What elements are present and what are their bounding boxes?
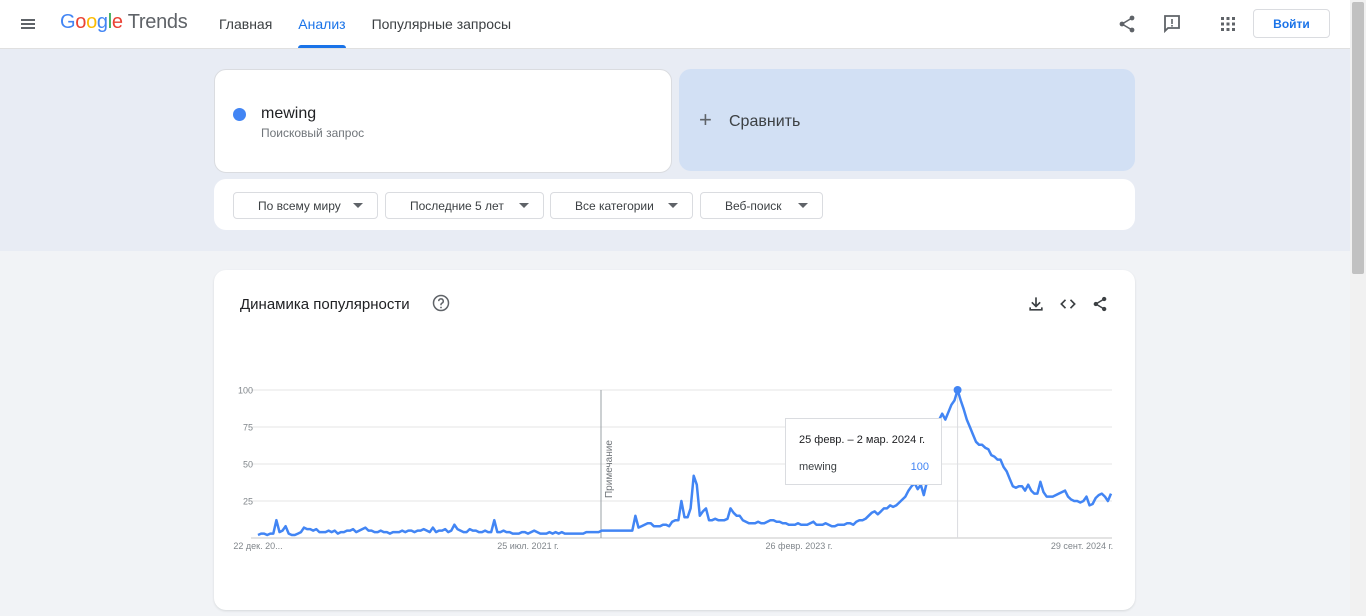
search-type-filter-label: Веб-поиск [725,198,782,213]
plus-icon: + [699,107,712,132]
region-filter[interactable]: По всему миру [233,192,378,219]
filters-bar: По всему миру Последние 5 лет Все катего… [214,179,1135,230]
compare-label: Сравнить [729,113,801,130]
trend-chart[interactable]: 100 75 50 25 Примечание 22 дек. 20... 25 июл. … [214,270,1135,610]
nav-trending[interactable]: Популярные запросы [359,0,525,48]
time-range-filter[interactable]: Последние 5 лет [385,192,544,219]
feedback-icon[interactable] [1160,12,1184,36]
time-range-filter-label: Последние 5 лет [410,198,504,213]
region-filter-label: По всему миру [258,198,341,213]
category-filter[interactable]: Все категории [550,192,693,219]
google-trends-logo[interactable]: Google Trends [60,11,188,34]
dropdown-arrow-icon [798,203,808,208]
scrollbar-thumb[interactable] [1352,2,1364,274]
y-tick-label: 100 [238,386,253,396]
y-tick-label: 75 [243,423,253,433]
interest-over-time-card: Динамика популярности 100 75 50 25 Примечани… [214,270,1135,610]
menu-icon[interactable] [16,12,40,36]
peak-point [953,386,962,394]
nav-home[interactable]: Главная [206,0,285,48]
y-tick-label: 50 [243,460,253,470]
y-tick-label: 25 [243,497,253,507]
apps-icon[interactable] [1216,12,1240,36]
dropdown-arrow-icon [353,203,363,208]
series-line-mewing [257,388,1113,537]
tooltip-value: 100 [910,461,929,473]
search-type-filter[interactable]: Веб-поиск [700,192,823,219]
dropdown-arrow-icon [519,203,529,208]
category-filter-label: Все категории [575,198,654,213]
sign-in-button[interactable]: Войти [1253,9,1330,38]
term-color-dot [233,108,246,121]
x-tick-label: 29 сент. 2024 г. [1051,541,1113,551]
top-app-bar: Google Trends Главная Анализ Популярные з… [0,0,1350,49]
note-label: Примечание [604,440,615,498]
search-term-card[interactable]: mewing Поисковый запрос [214,69,672,173]
search-term-type: Поисковый запрос [261,126,365,140]
x-tick-label: 25 июл. 2021 г. [497,541,559,551]
chart-tooltip: 25 февр. – 2 мар. 2024 г. mewing 100 [785,418,942,485]
x-tick-label: 22 дек. 20... [233,541,282,551]
tooltip-date: 25 февр. – 2 мар. 2024 г. [799,434,926,446]
main-nav: Главная Анализ Популярные запросы [206,0,524,48]
scrollbar[interactable] [1350,0,1366,616]
share-icon[interactable] [1115,12,1139,36]
x-tick-label: 26 февр. 2023 г. [766,541,833,551]
dropdown-arrow-icon [668,203,678,208]
compare-button[interactable]: + Сравнить [679,69,1135,171]
nav-explore[interactable]: Анализ [285,0,358,48]
search-term[interactable]: mewing [261,105,316,123]
tooltip-term: mewing [799,461,837,473]
